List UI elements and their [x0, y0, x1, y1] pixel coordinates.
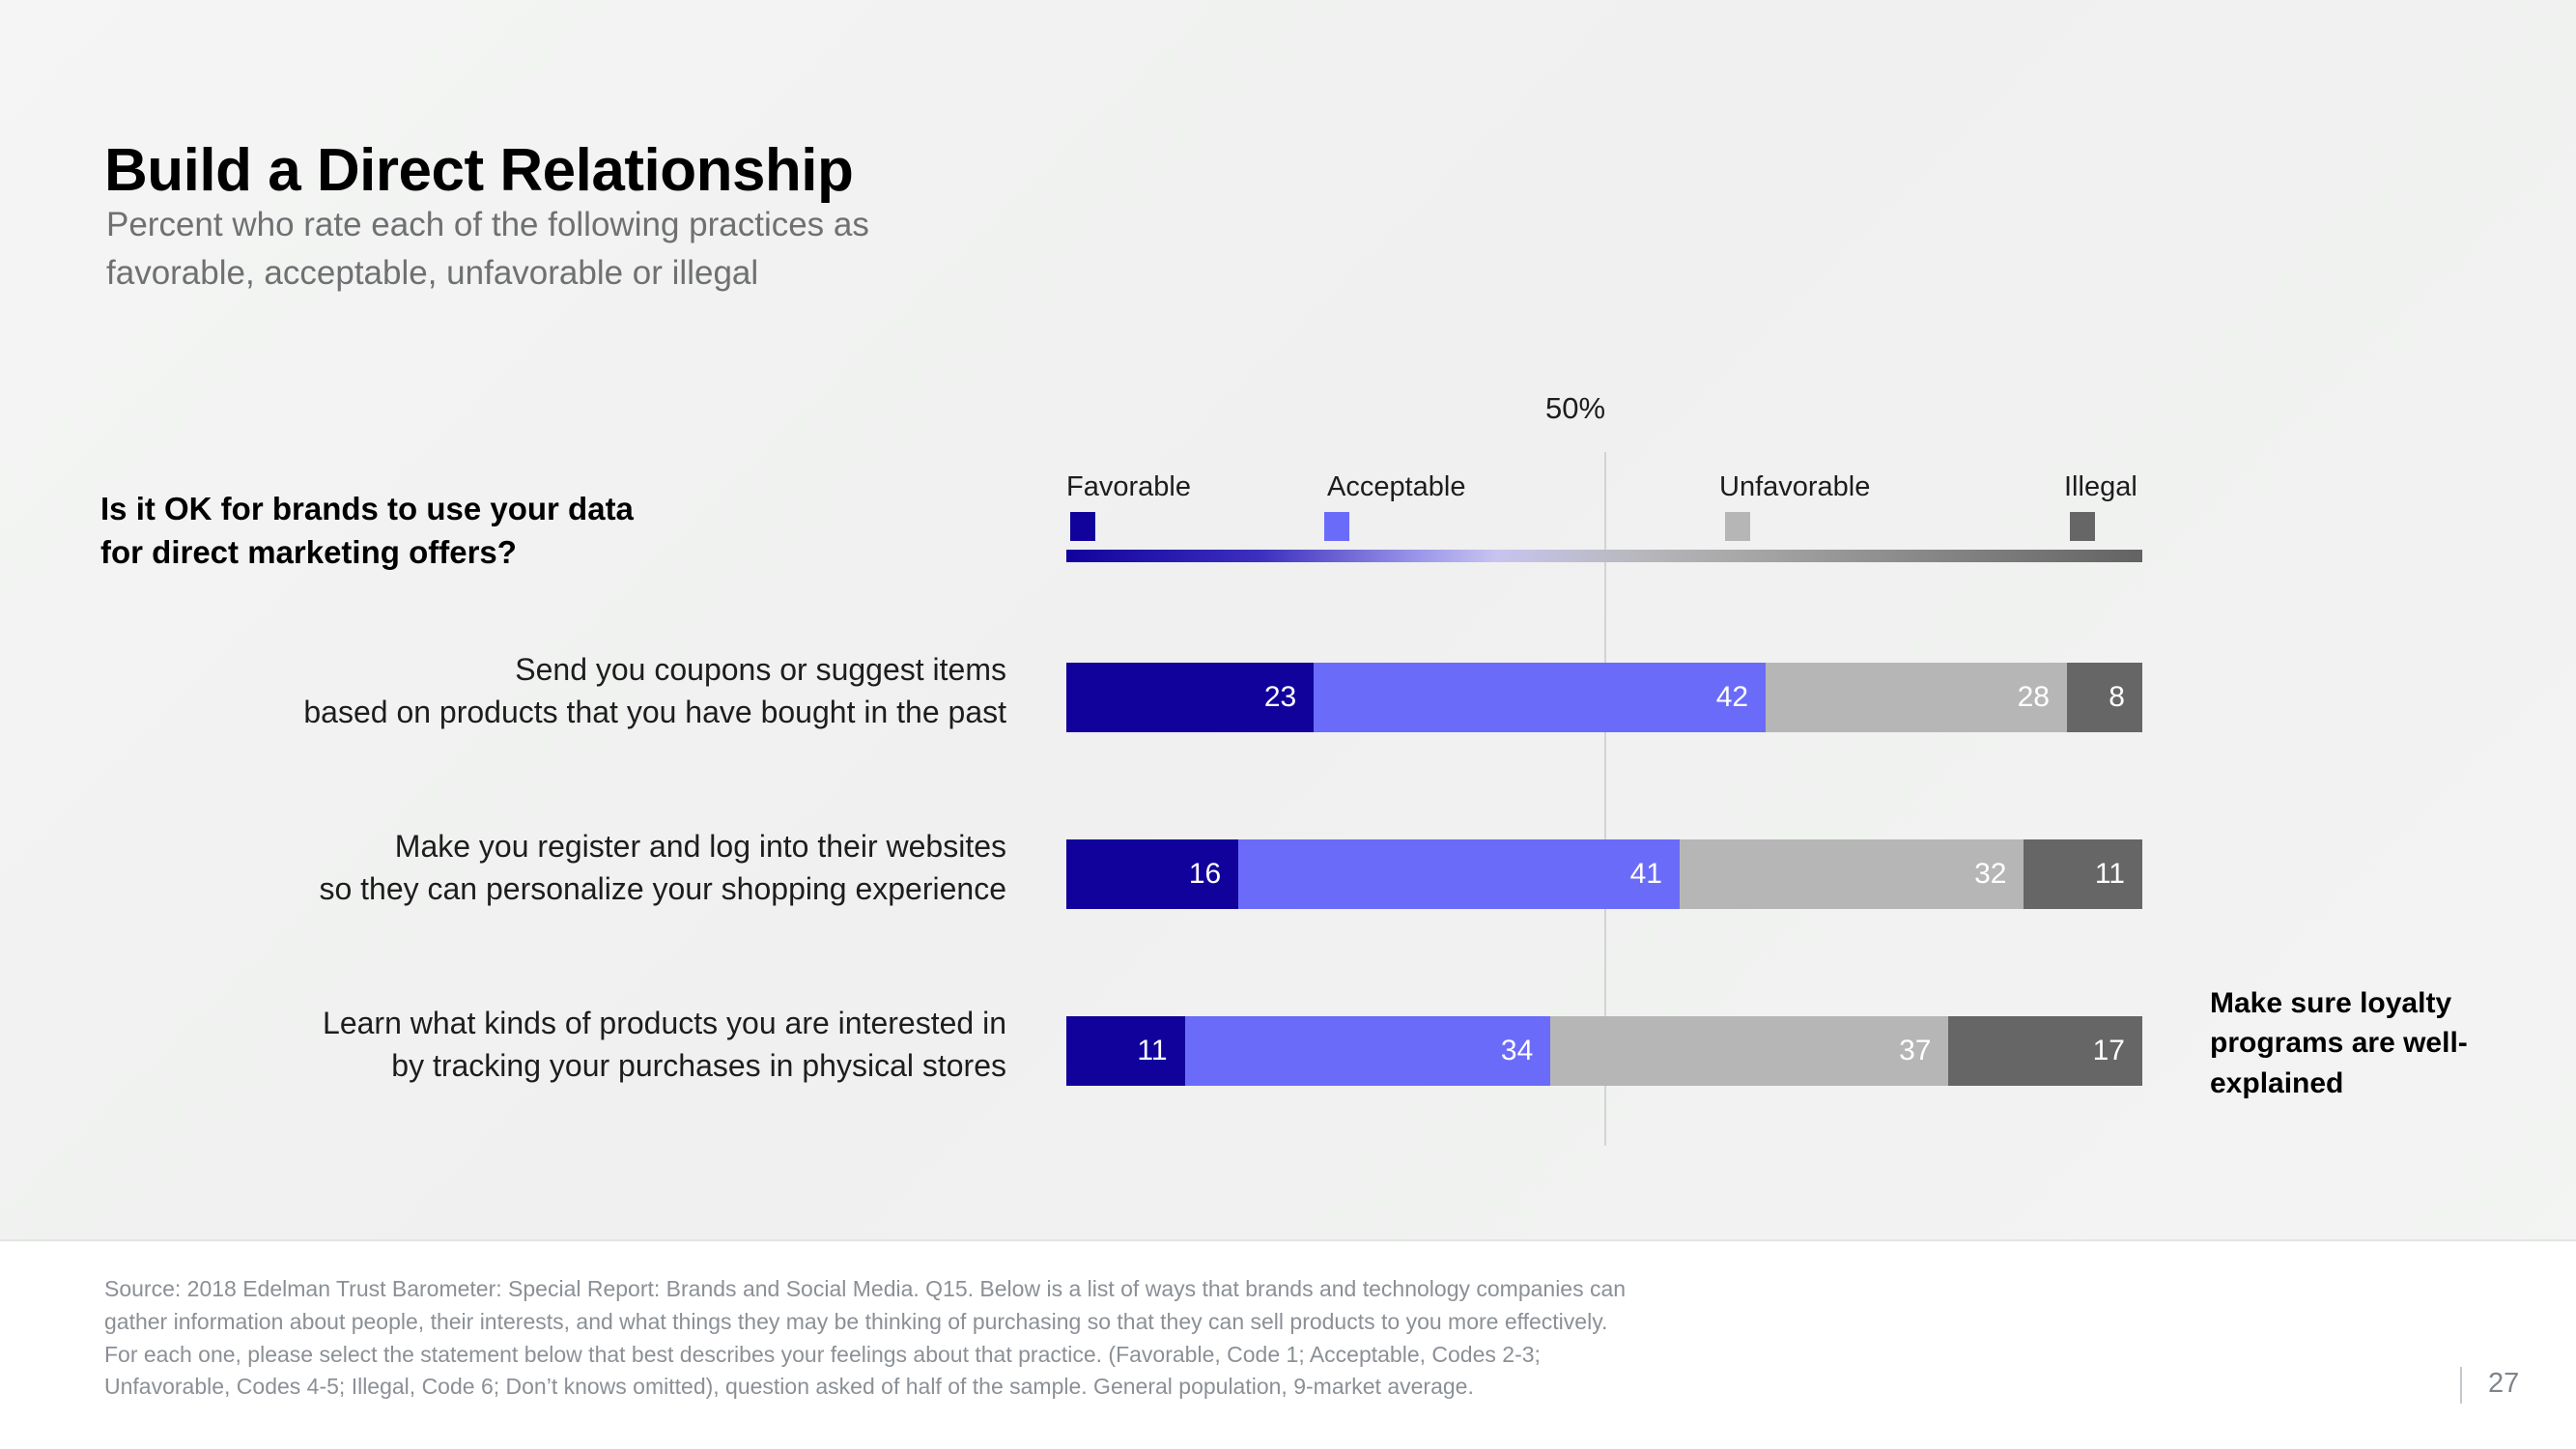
slide-canvas: Build a Direct Relationship Percent who …	[0, 0, 2576, 1449]
question-line-2: for direct marketing offers?	[100, 533, 517, 570]
bar-value-acceptable: 34	[1500, 1035, 1534, 1066]
bar-value-unfavorable: 32	[1974, 858, 2007, 890]
bar-value-unfavorable: 37	[1899, 1035, 1932, 1066]
bar-value-favorable: 16	[1188, 858, 1222, 890]
bar-segment-acceptable[interactable]: 42	[1314, 663, 1767, 732]
bar-value-illegal: 8	[2109, 681, 2125, 713]
legend-label-favorable: Favorable	[1066, 471, 1191, 502]
bar-segment-favorable[interactable]: 11	[1066, 1016, 1185, 1086]
annotation-line-3: explained	[2210, 1066, 2344, 1099]
legend-swatch-favorable	[1070, 512, 1095, 541]
legend-swatch-illegal	[2070, 512, 2095, 541]
source-line-3: For each one, please select the statemen…	[104, 1341, 1541, 1367]
stacked-bar-chart: 50% Favorable Acceptable Unfavorable Ill…	[0, 0, 2576, 1236]
stacked-bar[interactable]: 16 41 32 11	[1066, 839, 2142, 909]
bar-value-acceptable: 41	[1629, 858, 1662, 890]
bar-value-favorable: 11	[1137, 1035, 1168, 1066]
bar-segment-acceptable[interactable]: 41	[1238, 839, 1680, 909]
bar-segment-illegal[interactable]: 8	[2067, 663, 2142, 732]
row-label-line-1: Learn what kinds of products you are int…	[323, 1006, 1006, 1040]
legend-label-unfavorable: Unfavorable	[1719, 471, 1871, 502]
bar-value-illegal: 17	[2092, 1035, 2125, 1066]
row-label: Make you register and log into their web…	[41, 825, 1006, 910]
source-note: Source: 2018 Edelman Trust Barometer: Sp…	[104, 1273, 1939, 1404]
row-label-line-1: Make you register and log into their web…	[394, 829, 1006, 864]
row-label-line-2: so they can personalize your shopping ex…	[319, 871, 1006, 907]
row-label: Send you coupons or suggest items based …	[41, 648, 1006, 733]
row-label: Learn what kinds of products you are int…	[41, 1002, 1006, 1087]
source-line-4: Unfavorable, Codes 4-5; Illegal, Code 6;…	[104, 1374, 1474, 1400]
annotation-line-2: programs are well-	[2210, 1027, 2468, 1060]
page-number: 27	[2488, 1368, 2520, 1399]
bar-segment-unfavorable[interactable]: 37	[1550, 1016, 1949, 1086]
legend-swatch-unfavorable	[1725, 512, 1750, 541]
bar-segment-illegal[interactable]: 11	[2024, 839, 2142, 909]
source-line-2: gather information about people, their i…	[104, 1308, 1608, 1334]
row-label-line-2: based on products that you have bought i…	[303, 695, 1006, 730]
legend-label-illegal: Illegal	[2064, 471, 2137, 502]
bar-value-illegal: 11	[2094, 858, 2125, 890]
source-line-1: Source: 2018 Edelman Trust Barometer: Sp…	[104, 1276, 1627, 1301]
legend-label-acceptable: Acceptable	[1327, 471, 1466, 502]
page-number-divider	[2460, 1367, 2462, 1404]
callout-annotation: Make sure loyalty programs are well- exp…	[2210, 983, 2500, 1103]
row-label-line-2: by tracking your purchases in physical s…	[391, 1048, 1006, 1084]
chart-question: Is it OK for brands to use your data for…	[100, 488, 873, 574]
question-line-1: Is it OK for brands to use your data	[100, 491, 634, 526]
bar-segment-favorable[interactable]: 16	[1066, 839, 1239, 909]
annotation-line-1: Make sure loyalty	[2210, 987, 2452, 1019]
stacked-bar[interactable]: 23 42 28 8	[1066, 663, 2142, 732]
bar-segment-acceptable[interactable]: 34	[1184, 1016, 1551, 1086]
legend-swatch-acceptable	[1324, 512, 1349, 541]
axis-midpoint-label: 50%	[1544, 391, 1606, 425]
bar-segment-unfavorable[interactable]: 32	[1679, 839, 2024, 909]
legend-gradient-bar	[1066, 550, 2142, 562]
bar-value-unfavorable: 28	[2017, 681, 2050, 713]
bar-value-acceptable: 42	[1715, 681, 1749, 713]
bar-segment-illegal[interactable]: 17	[1948, 1016, 2142, 1086]
stacked-bar[interactable]: 11 34 37 17	[1066, 1016, 2142, 1086]
bar-value-favorable: 23	[1263, 681, 1297, 713]
bar-segment-unfavorable[interactable]: 28	[1766, 663, 2067, 732]
bar-segment-favorable[interactable]: 23	[1066, 663, 1315, 732]
row-label-line-1: Send you coupons or suggest items	[515, 652, 1006, 687]
